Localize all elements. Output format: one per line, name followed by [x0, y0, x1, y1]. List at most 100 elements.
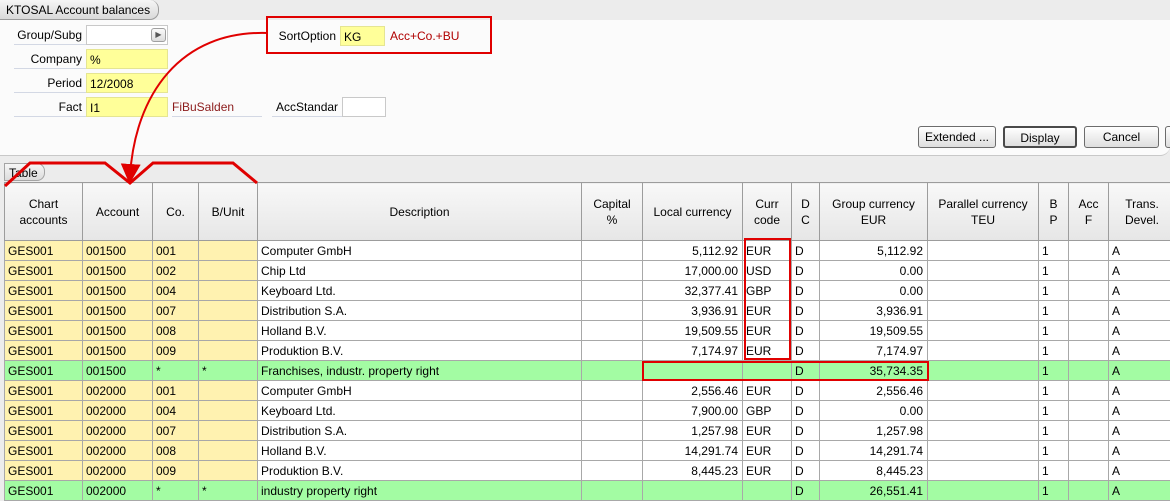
cell-group-currency[interactable]: 1,257.98 — [819, 420, 928, 441]
balances-table-container[interactable]: Chart accounts Account Co. B/Unit Descri… — [4, 182, 1170, 501]
cell-debit-credit[interactable]: D — [791, 440, 820, 461]
period-field[interactable]: 12/2008 — [86, 73, 168, 93]
cell-chart-accounts[interactable]: GES001 — [4, 340, 83, 361]
cell-parallel-currency[interactable] — [927, 260, 1039, 281]
cell-local-currency[interactable]: 2,556.46 — [642, 380, 743, 401]
cell-parallel-currency[interactable] — [927, 340, 1039, 361]
cell-debit-credit[interactable]: D — [791, 300, 820, 321]
fact-field[interactable]: I1 — [86, 97, 168, 117]
cell-local-currency[interactable] — [642, 360, 743, 381]
cell-trans-devel[interactable]: A — [1108, 380, 1170, 401]
cell-business-unit[interactable] — [198, 240, 258, 261]
cell-currency-code[interactable]: GBP — [742, 400, 792, 421]
cell-bp[interactable]: 1 — [1038, 460, 1069, 481]
cell-chart-accounts[interactable]: GES001 — [4, 440, 83, 461]
cell-account[interactable]: 002000 — [82, 420, 153, 441]
column-header[interactable]: Capital % — [581, 182, 643, 241]
display-button[interactable]: Display — [1003, 126, 1077, 148]
column-header[interactable]: Description — [257, 182, 582, 241]
cell-bp[interactable]: 1 — [1038, 380, 1069, 401]
cell-company[interactable]: 009 — [152, 460, 199, 481]
cell-account[interactable]: 001500 — [82, 320, 153, 341]
cell-acc-f[interactable] — [1068, 440, 1109, 461]
cell-description[interactable]: Chip Ltd — [257, 260, 582, 281]
cell-business-unit[interactable]: * — [198, 360, 258, 381]
cell-bp[interactable]: 1 — [1038, 300, 1069, 321]
cell-acc-f[interactable] — [1068, 460, 1109, 481]
cell-trans-devel[interactable]: A — [1108, 460, 1170, 481]
company-field[interactable]: % — [86, 49, 168, 69]
column-header[interactable]: Local currency — [642, 182, 743, 241]
table-row[interactable]: GES001 001500 002 Chip Ltd 17,000.00 USD D 0.00… — [4, 260, 1170, 281]
cell-parallel-currency[interactable] — [927, 280, 1039, 301]
cell-debit-credit[interactable]: D — [791, 280, 820, 301]
cell-business-unit[interactable] — [198, 320, 258, 341]
cell-group-currency[interactable]: 0.00 — [819, 400, 928, 421]
cell-local-currency[interactable]: 17,000.00 — [642, 260, 743, 281]
table-row[interactable]: GES001 001500 009 Produktion B.V. 7,174.97 EU… — [4, 340, 1170, 361]
cell-acc-f[interactable] — [1068, 300, 1109, 321]
cell-capital-percent[interactable] — [581, 280, 643, 301]
cell-company[interactable]: 004 — [152, 280, 199, 301]
cell-business-unit[interactable] — [198, 420, 258, 441]
cell-trans-devel[interactable]: A — [1108, 280, 1170, 301]
cell-account[interactable]: 001500 — [82, 240, 153, 261]
cell-parallel-currency[interactable] — [927, 300, 1039, 321]
cell-currency-code[interactable]: USD — [742, 260, 792, 281]
cell-debit-credit[interactable]: D — [791, 420, 820, 441]
extended-button[interactable]: Extended ... — [918, 126, 996, 148]
cell-currency-code[interactable] — [742, 360, 792, 381]
cell-description[interactable]: Produktion B.V. — [257, 460, 582, 481]
cell-bp[interactable]: 1 — [1038, 280, 1069, 301]
cell-local-currency[interactable]: 32,377.41 — [642, 280, 743, 301]
cell-debit-credit[interactable]: D — [791, 480, 820, 501]
cell-chart-accounts[interactable]: GES001 — [4, 480, 83, 501]
cell-capital-percent[interactable] — [581, 260, 643, 281]
table-row[interactable]: GES001 002000 008 Holland B.V. 14,291.74 EUR D… — [4, 440, 1170, 461]
cell-description[interactable]: Computer GmbH — [257, 380, 582, 401]
cell-acc-f[interactable] — [1068, 320, 1109, 341]
cell-currency-code[interactable]: EUR — [742, 460, 792, 481]
cell-bp[interactable]: 1 — [1038, 400, 1069, 421]
cell-currency-code[interactable]: EUR — [742, 420, 792, 441]
cell-account[interactable]: 001500 — [82, 300, 153, 321]
cell-local-currency[interactable]: 3,936.91 — [642, 300, 743, 321]
cell-group-currency[interactable]: 2,556.46 — [819, 380, 928, 401]
cell-trans-devel[interactable]: A — [1108, 440, 1170, 461]
cell-description[interactable]: Holland B.V. — [257, 440, 582, 461]
cell-capital-percent[interactable] — [581, 400, 643, 421]
cell-local-currency[interactable]: 1,257.98 — [642, 420, 743, 441]
cell-trans-devel[interactable]: A — [1108, 300, 1170, 321]
cell-acc-f[interactable] — [1068, 420, 1109, 441]
cell-local-currency[interactable]: 8,445.23 — [642, 460, 743, 481]
cell-debit-credit[interactable]: D — [791, 240, 820, 261]
cell-local-currency[interactable]: 19,509.55 — [642, 320, 743, 341]
cell-chart-accounts[interactable]: GES001 — [4, 240, 83, 261]
column-header[interactable]: Trans. Devel. — [1108, 182, 1170, 241]
cell-description[interactable]: Franchises, industr. property right — [257, 360, 582, 381]
cell-capital-percent[interactable] — [581, 420, 643, 441]
cell-company[interactable]: 007 — [152, 420, 199, 441]
cell-trans-devel[interactable]: A — [1108, 360, 1170, 381]
cell-group-currency[interactable]: 26,551.41 — [819, 480, 928, 501]
more-button[interactable] — [1165, 126, 1170, 148]
cell-debit-credit[interactable]: D — [791, 360, 820, 381]
cell-bp[interactable]: 1 — [1038, 480, 1069, 501]
cell-account[interactable]: 001500 — [82, 260, 153, 281]
cell-bp[interactable]: 1 — [1038, 440, 1069, 461]
cell-local-currency[interactable] — [642, 480, 743, 501]
cell-business-unit[interactable] — [198, 340, 258, 361]
cell-capital-percent[interactable] — [581, 440, 643, 461]
cell-currency-code[interactable]: EUR — [742, 300, 792, 321]
cell-local-currency[interactable]: 7,174.97 — [642, 340, 743, 361]
table-row[interactable]: GES001 001500 004 Keyboard Ltd. 32,377.41 GBP… — [4, 280, 1170, 301]
cell-parallel-currency[interactable] — [927, 240, 1039, 261]
table-row[interactable]: GES001 001500 001 Computer GmbH 5,112.92 EUR D… — [4, 240, 1170, 261]
cell-local-currency[interactable]: 7,900.00 — [642, 400, 743, 421]
cell-debit-credit[interactable]: D — [791, 260, 820, 281]
column-header[interactable]: B/Unit — [198, 182, 258, 241]
cell-debit-credit[interactable]: D — [791, 320, 820, 341]
table-row[interactable]: GES001 001500 007 Distribution S.A. 3,936.91… — [4, 300, 1170, 321]
cell-trans-devel[interactable]: A — [1108, 420, 1170, 441]
cell-group-currency[interactable]: 3,936.91 — [819, 300, 928, 321]
